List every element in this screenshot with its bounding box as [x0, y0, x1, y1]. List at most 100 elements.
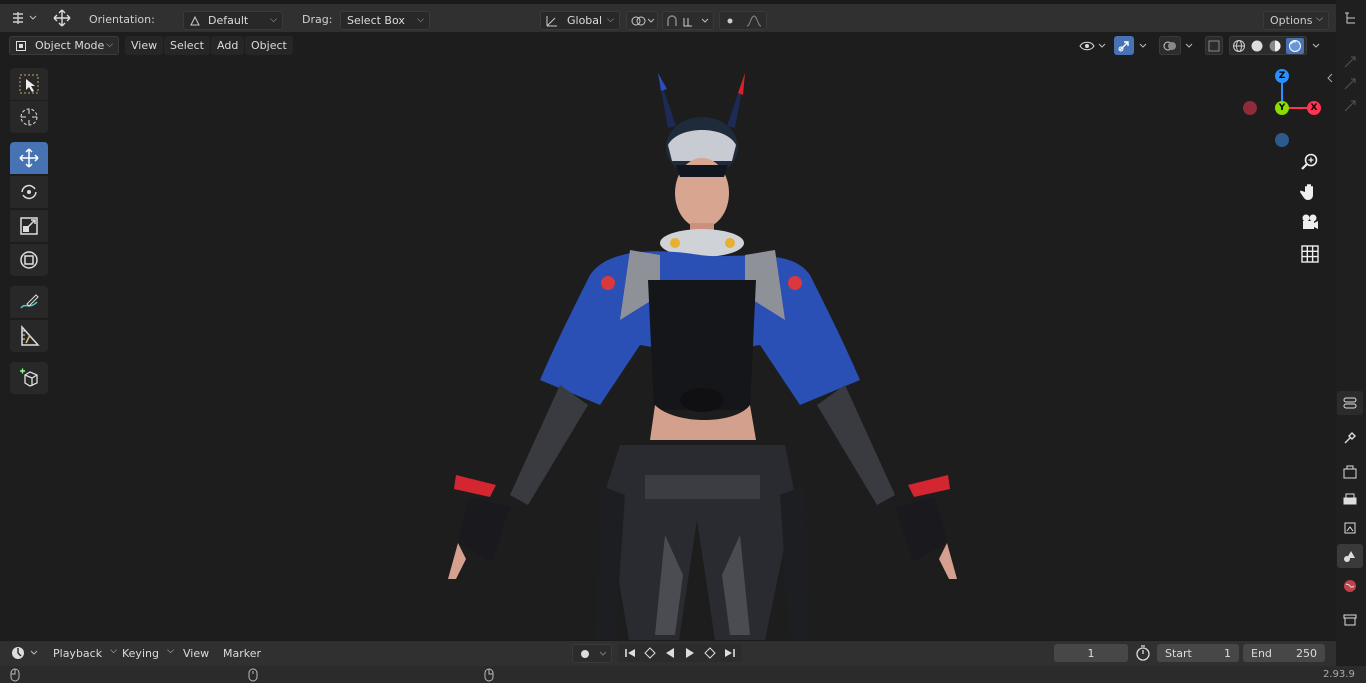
measure-tool[interactable]	[10, 320, 48, 352]
timeline-editor-type-icon[interactable]	[10, 645, 40, 661]
editor-type-icon[interactable]	[10, 10, 38, 26]
tool-tab-icon[interactable]	[1337, 50, 1363, 74]
end-label: End	[1251, 646, 1272, 660]
tool-properties-icon[interactable]	[1337, 426, 1363, 450]
auto-keying-button[interactable]	[572, 644, 612, 663]
world-properties-icon[interactable]	[1337, 574, 1363, 598]
zoom-icon[interactable]	[1300, 152, 1320, 172]
annotate-tool[interactable]	[10, 286, 48, 318]
navigation-gizmo[interactable]: Z Y X	[1236, 66, 1328, 150]
wireframe-shading-icon[interactable]	[1232, 39, 1246, 53]
move-tool[interactable]	[10, 142, 48, 174]
visibility-dropdown[interactable]	[1076, 36, 1110, 55]
transform-space-value: Global	[567, 14, 603, 27]
view-layer-properties-icon[interactable]	[1337, 516, 1363, 540]
start-frame-field[interactable]: Start 1	[1157, 644, 1239, 662]
playback-menu[interactable]: Playback ⌵	[47, 644, 120, 662]
outliner-icon[interactable]	[1337, 6, 1363, 30]
move-tool-icon[interactable]	[50, 8, 74, 28]
gizmo-dropdown[interactable]	[1135, 36, 1151, 55]
mouse-middle-icon	[248, 668, 258, 682]
mouse-right-icon	[484, 668, 494, 682]
drag-value: Select Box	[347, 14, 405, 27]
overlay-dropdown[interactable]	[1181, 36, 1197, 55]
status-bar	[0, 666, 1366, 683]
orientation-dropdown[interactable]: Default ⌵	[183, 11, 283, 30]
jump-start-icon[interactable]	[620, 647, 640, 659]
stopwatch-icon[interactable]	[1135, 645, 1151, 661]
menu-object[interactable]: Object	[245, 36, 293, 55]
drag-dropdown[interactable]: Select Box ⌵	[340, 11, 430, 30]
view-tab-icon[interactable]	[1337, 94, 1363, 118]
marker-menu[interactable]: Marker	[217, 644, 267, 662]
shading-mode-group	[1229, 36, 1307, 55]
chevron-down-icon: ⌵	[417, 15, 424, 25]
tool-settings-bar: Orientation: Default ⌵ Drag: Select Box …	[0, 0, 1336, 32]
play-icon[interactable]	[680, 647, 700, 659]
keying-label: Keying	[122, 646, 159, 660]
playback-label: Playback	[53, 646, 103, 660]
output-properties-icon[interactable]	[1337, 488, 1363, 512]
chevron-down-icon: ⌵	[607, 15, 614, 25]
play-reverse-icon[interactable]	[660, 647, 680, 659]
pan-hand-icon[interactable]	[1300, 182, 1320, 202]
prev-keyframe-icon[interactable]	[640, 647, 660, 659]
camera-view-icon[interactable]	[1300, 212, 1320, 232]
timeline-view-menu[interactable]: View	[177, 644, 215, 662]
options-dropdown[interactable]: Options ⌵	[1263, 11, 1329, 30]
chevron-down-icon: ⌵	[167, 646, 174, 656]
transform-tool[interactable]	[10, 244, 48, 276]
end-value: 250	[1296, 646, 1317, 660]
scene-properties-icon[interactable]	[1337, 544, 1363, 568]
add-cube-tool[interactable]	[10, 362, 48, 394]
shading-dropdown[interactable]	[1308, 36, 1324, 55]
orientation-value: Default	[208, 14, 249, 27]
solid-shading-icon[interactable]	[1250, 39, 1264, 53]
orientation-icon	[189, 15, 201, 27]
snap-button[interactable]	[662, 11, 714, 30]
rendered-shading-icon[interactable]	[1286, 37, 1304, 54]
axes-icon	[545, 14, 559, 28]
current-frame-field[interactable]: 1	[1054, 644, 1128, 662]
transform-orientation-dropdown[interactable]: Global ⌵	[540, 11, 620, 30]
cursor-tool[interactable]	[10, 101, 48, 133]
menu-add[interactable]: Add	[211, 36, 245, 55]
scale-tool[interactable]	[10, 210, 48, 242]
keying-menu[interactable]: Keying ⌵	[116, 644, 177, 662]
item-tab-icon[interactable]	[1337, 72, 1363, 96]
overlay-button[interactable]	[1159, 36, 1181, 55]
gizmo-x-axis[interactable]: X	[1307, 101, 1321, 115]
grid-view-icon[interactable]	[1300, 244, 1320, 264]
orientation-label: Orientation:	[89, 13, 155, 26]
rotate-tool[interactable]	[10, 176, 48, 208]
pivot-point-button[interactable]	[626, 11, 658, 30]
end-frame-field[interactable]: End 250	[1243, 644, 1325, 662]
properties-toggle-icon[interactable]	[1337, 391, 1363, 415]
proportional-editing-button[interactable]	[719, 11, 767, 30]
material-shading-icon[interactable]	[1268, 39, 1282, 53]
select-box-tool[interactable]	[10, 68, 48, 100]
mouse-left-icon	[10, 668, 20, 682]
drag-label: Drag:	[302, 13, 333, 26]
start-value: 1	[1224, 646, 1231, 660]
gizmo-z-axis[interactable]: Z	[1275, 69, 1289, 83]
chevron-down-icon: ⌵	[106, 40, 113, 50]
menu-select[interactable]: Select	[164, 36, 210, 55]
options-label: Options	[1270, 14, 1313, 27]
mode-value: Object Mode	[35, 39, 105, 52]
xray-toggle-button[interactable]	[1205, 36, 1223, 55]
version-label: 2.93.9	[1323, 669, 1355, 680]
gizmo-toggle-button[interactable]	[1114, 36, 1134, 55]
render-properties-icon[interactable]	[1337, 460, 1363, 484]
gizmo-y-axis[interactable]: Y	[1275, 101, 1289, 115]
jump-end-icon[interactable]	[720, 647, 740, 659]
collection-properties-icon[interactable]	[1337, 608, 1363, 632]
mode-dropdown[interactable]: Object Mode ⌵	[9, 36, 119, 55]
next-keyframe-icon[interactable]	[700, 647, 720, 659]
start-label: Start	[1165, 646, 1192, 660]
playback-controls	[618, 644, 742, 662]
character-model[interactable]	[440, 65, 970, 640]
menu-view[interactable]: View	[125, 36, 164, 55]
chevron-down-icon: ⌵	[270, 15, 277, 25]
sidebar-toggle-icon[interactable]	[1326, 72, 1334, 84]
